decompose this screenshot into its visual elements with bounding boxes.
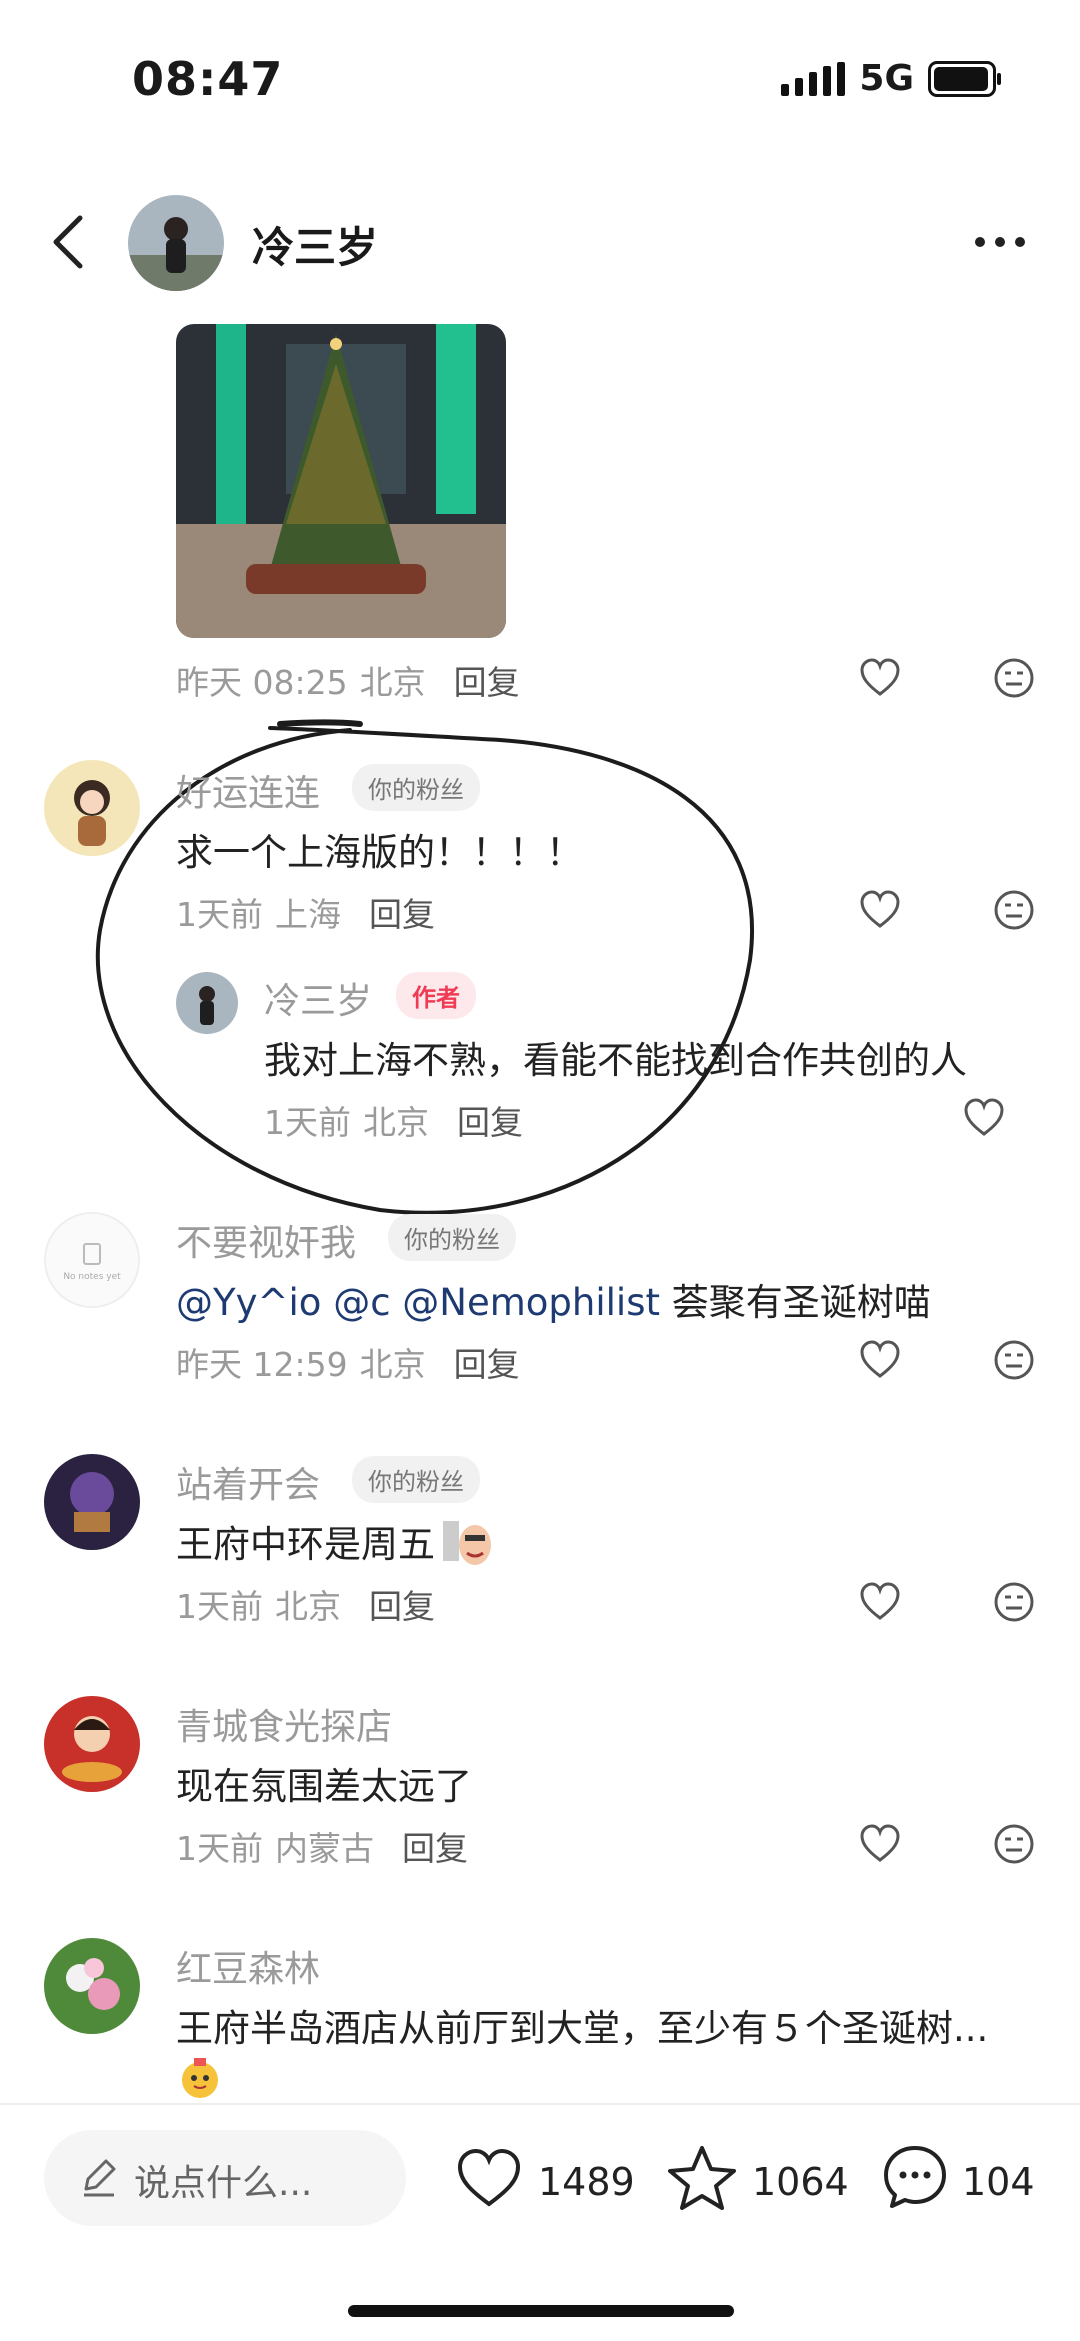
signal-icon: [781, 61, 846, 96]
mention-link[interactable]: @Nemophilist: [402, 1281, 660, 1324]
comment-location: 北京: [363, 1103, 429, 1142]
heart-icon[interactable]: [858, 1338, 902, 1382]
avatar[interactable]: [44, 1696, 140, 1792]
bottom-divider: [0, 2103, 1080, 2105]
comment-time: 1天前: [176, 1587, 263, 1626]
mention-link[interactable]: @Yy^io: [176, 1281, 321, 1324]
comment-text: 现在氛围差太远了: [176, 1765, 472, 1808]
comment-location: 上海: [275, 895, 341, 934]
comment-time: 昨天 12:59: [176, 1345, 348, 1384]
mention-link[interactable]: @c: [333, 1281, 390, 1324]
comment-image[interactable]: [176, 324, 506, 638]
status-time: 08:47: [132, 52, 284, 106]
dislike-emoji-icon[interactable]: [992, 1580, 1036, 1624]
sticker-emoji-icon: [182, 2058, 218, 2098]
reply-button[interactable]: 回复: [454, 1338, 520, 1386]
more-icon[interactable]: [970, 222, 1030, 262]
heart-icon[interactable]: [858, 1822, 902, 1866]
comment-username[interactable]: 不要视奸我: [176, 1214, 356, 1266]
comment-text: @Yy^io @c @Nemophilist 荟聚有圣诞树喵: [176, 1272, 931, 1326]
comment-meta: 1天前 内蒙古 回复: [176, 1822, 468, 1870]
avatar[interactable]: [176, 972, 238, 1034]
comment-time: 1天前: [176, 1829, 263, 1868]
author-name[interactable]: 冷三岁: [252, 214, 378, 275]
reply-button[interactable]: 回复: [454, 656, 520, 704]
author-badge: 作者: [396, 972, 476, 1019]
dislike-emoji-icon[interactable]: [992, 656, 1036, 700]
like-icon[interactable]: [454, 2146, 524, 2210]
comment-username[interactable]: 青城食光探店: [176, 1698, 392, 1750]
comment-time: 1天前: [176, 895, 263, 934]
comment-username[interactable]: 站着开会: [176, 1456, 320, 1508]
comment-text: 求一个上海版的！！！！: [176, 831, 583, 874]
comment-location: 北京: [359, 1345, 426, 1384]
comment-username[interactable]: 冷三岁: [264, 972, 372, 1024]
comment-meta: 1天前 北京 回复: [176, 1580, 435, 1628]
reply-button[interactable]: 回复: [457, 1096, 523, 1144]
heart-icon[interactable]: [858, 1580, 902, 1624]
status-indicators: 5G: [781, 58, 1001, 99]
battery-icon: [928, 60, 1001, 97]
avatar[interactable]: [44, 1454, 140, 1550]
comment-text: 我对上海不熟，看能不能找到合作共创的人: [264, 1039, 967, 1082]
comment-meta: 1天前 北京 回复: [264, 1096, 523, 1144]
reply-button[interactable]: 回复: [402, 1822, 468, 1870]
dislike-emoji-icon[interactable]: [992, 1338, 1036, 1382]
comment-username[interactable]: 红豆森林: [176, 1940, 320, 1992]
post-meta: 昨天 08:25 北京 回复: [176, 656, 520, 704]
avatar[interactable]: No notes yet: [44, 1212, 140, 1308]
comment-time: 1天前: [264, 1103, 351, 1142]
network-type: 5G: [859, 58, 914, 99]
comment-body: 王府中环是周五: [176, 1523, 435, 1566]
comment-input-placeholder[interactable]: 说点什么...: [134, 2154, 312, 2206]
comment-meta: 1天前 上海 回复: [176, 888, 435, 936]
star-icon[interactable]: [666, 2144, 738, 2212]
star-count[interactable]: 1064: [752, 2160, 849, 2204]
pencil-icon: [84, 2159, 116, 2197]
like-count[interactable]: 1489: [538, 2160, 635, 2204]
comment-meta: 昨天 12:59 北京 回复: [176, 1338, 520, 1386]
comment-username[interactable]: 好运连连: [176, 764, 320, 816]
comment-text: 王府中环是周五: [176, 1514, 493, 1568]
avatar[interactable]: [44, 1938, 140, 2034]
heart-icon[interactable]: [858, 656, 902, 700]
comment-location: 内蒙古: [275, 1829, 374, 1868]
fan-badge: 你的粉丝: [352, 1456, 480, 1503]
reply-button[interactable]: 回复: [369, 1580, 435, 1628]
avatar[interactable]: [44, 760, 140, 856]
heart-icon[interactable]: [858, 888, 902, 932]
reply-button[interactable]: 回复: [369, 888, 435, 936]
dislike-emoji-icon[interactable]: [992, 1822, 1036, 1866]
comment-icon[interactable]: [880, 2142, 950, 2212]
author-avatar[interactable]: [128, 195, 224, 291]
avatar-placeholder-text: No notes yet: [63, 1272, 121, 1282]
fan-badge: 你的粉丝: [388, 1214, 516, 1261]
home-indicator: [348, 2305, 734, 2317]
comment-count[interactable]: 104: [962, 2160, 1035, 2204]
comment-location: 北京: [275, 1587, 341, 1626]
post-time: 昨天 08:25: [176, 663, 348, 702]
back-icon[interactable]: [48, 212, 88, 272]
post-location: 北京: [359, 663, 426, 702]
comment-body: 荟聚有圣诞树喵: [671, 1281, 931, 1324]
fan-badge: 你的粉丝: [352, 764, 480, 811]
dislike-emoji-icon[interactable]: [992, 888, 1036, 932]
heart-icon[interactable]: [962, 1096, 1006, 1140]
sticker-emoji-icon: [443, 1521, 491, 1565]
comment-text: 王府半岛酒店从前厅到大堂，至少有５个圣诞树...: [176, 2007, 989, 2050]
